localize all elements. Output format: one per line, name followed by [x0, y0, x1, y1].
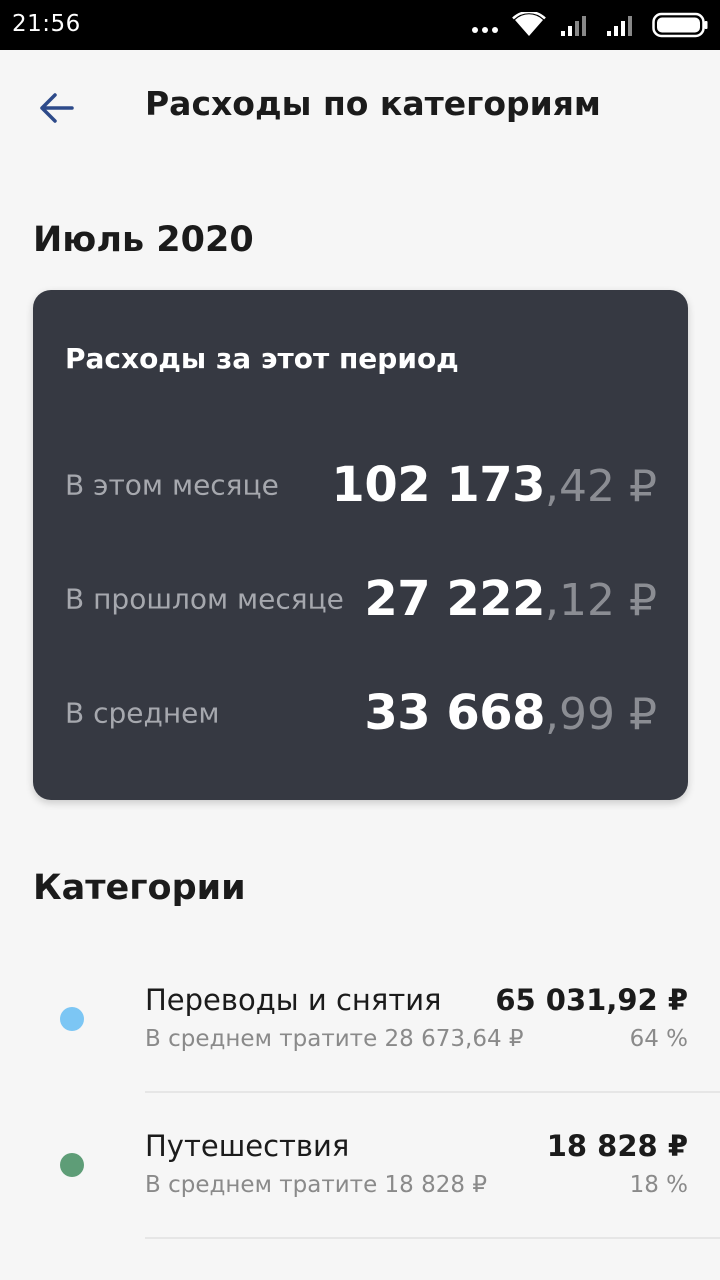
summary-label: В этом месяце — [65, 468, 279, 502]
summary-row-average: В среднем 33 668,99 ₽ — [65, 678, 657, 748]
category-percent: 64 % — [629, 1026, 688, 1052]
amount-decimal: ,99 ₽ — [545, 689, 657, 740]
status-time: 21:56 — [12, 11, 81, 37]
category-percent: 18 % — [629, 1172, 688, 1198]
category-average: В среднем тратите 18 828 ₽ — [145, 1172, 487, 1198]
category-item-travel[interactable]: Путешествия В среднем тратите 18 828 ₽ 1… — [0, 1091, 720, 1239]
amount-integer: 102 173 — [331, 457, 546, 513]
page-title: Расходы по категориям — [145, 84, 601, 123]
status-bar: 21:56 — [0, 0, 720, 50]
category-average: В среднем тратите 28 673,64 ₽ — [145, 1026, 524, 1052]
divider — [145, 1237, 720, 1239]
summary-card: Расходы за этот период В этом месяце 102… — [33, 290, 688, 800]
amount-integer: 33 668 — [364, 685, 546, 741]
category-amount: 65 031,92 ₽ — [495, 983, 688, 1017]
amount-decimal: ,42 ₽ — [545, 461, 657, 512]
category-name: Переводы и снятия — [145, 983, 442, 1017]
status-icons — [472, 10, 708, 40]
card-title: Расходы за этот период — [65, 342, 459, 375]
category-color-dot — [60, 1007, 84, 1031]
category-item-transfers[interactable]: Переводы и снятия В среднем тратите 28 6… — [0, 945, 720, 1093]
arrow-left-icon — [40, 93, 74, 123]
wifi-icon — [512, 12, 546, 36]
summary-amount: 102 173,42 ₽ — [331, 457, 657, 513]
summary-amount: 33 668,99 ₽ — [364, 685, 657, 741]
amount-integer: 27 222 — [364, 571, 546, 627]
category-amount: 18 828 ₽ — [546, 1129, 688, 1163]
summary-row-last-month: В прошлом месяце 27 222,12 ₽ — [65, 564, 657, 634]
summary-amount: 27 222,12 ₽ — [364, 571, 657, 627]
summary-row-this-month: В этом месяце 102 173,42 ₽ — [65, 450, 657, 520]
category-color-dot — [60, 1153, 84, 1177]
signal-icon — [607, 16, 632, 36]
period-title: Июль 2020 — [33, 220, 254, 260]
signal-icon — [561, 16, 586, 36]
summary-label: В прошлом месяце — [65, 582, 344, 616]
summary-label: В среднем — [65, 696, 220, 730]
categories-title: Категории — [33, 868, 246, 908]
category-name: Путешествия — [145, 1129, 350, 1163]
more-dots-icon — [472, 27, 498, 33]
amount-decimal: ,12 ₽ — [545, 575, 657, 626]
battery-icon — [652, 12, 708, 38]
back-button[interactable] — [28, 80, 84, 136]
